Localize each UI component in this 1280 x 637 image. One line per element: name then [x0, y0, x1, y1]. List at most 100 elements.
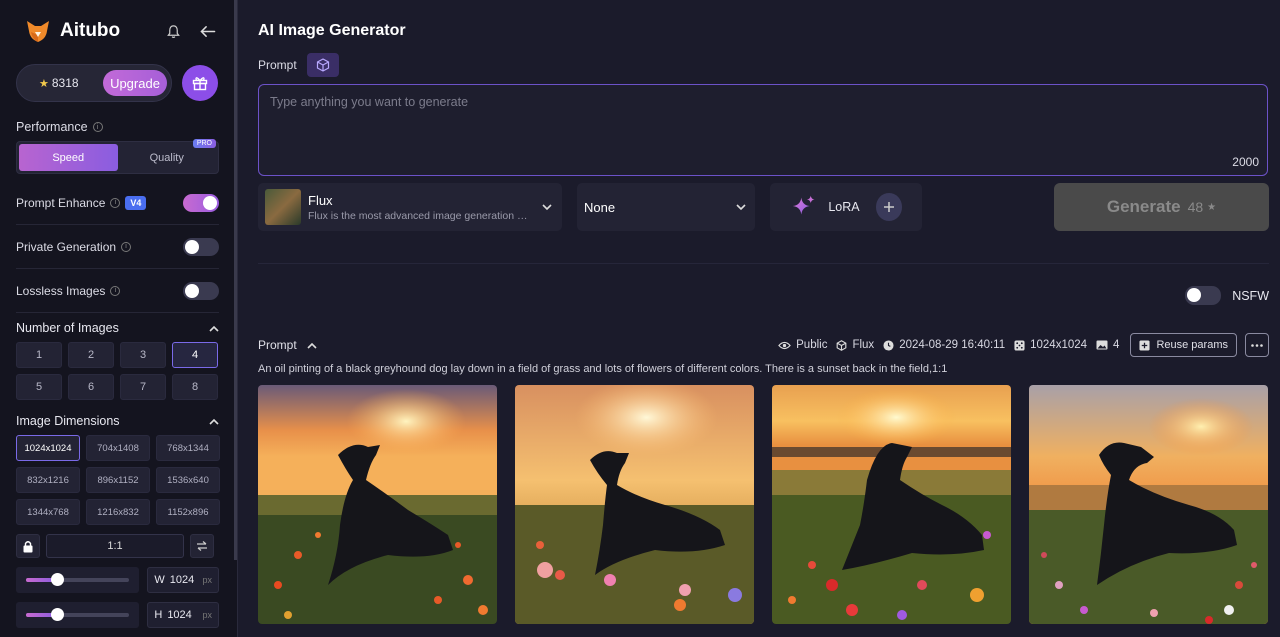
performance-option-quality[interactable]: Quality: [118, 144, 217, 171]
prompt-label: Prompt: [258, 58, 297, 72]
image-count-option[interactable]: 2: [68, 342, 114, 368]
width-slider-handle[interactable]: [51, 573, 64, 586]
info-icon[interactable]: i: [110, 285, 121, 296]
reuse-params-button[interactable]: Reuse params: [1130, 333, 1237, 357]
image-count-option-selected[interactable]: 4: [172, 342, 218, 368]
prompt-enhance-switch[interactable]: [183, 193, 219, 212]
dice-icon: [1014, 339, 1025, 351]
cube-icon: [837, 339, 847, 351]
dimension-option[interactable]: 896x1152: [86, 467, 150, 493]
generated-image-1[interactable]: [258, 385, 497, 624]
divider: [258, 263, 1269, 264]
reuse-params-label: Reuse params: [1156, 339, 1228, 351]
nsfw-switch[interactable]: [1185, 286, 1222, 305]
bell-icon[interactable]: [166, 24, 181, 39]
private-generation-switch[interactable]: [183, 237, 219, 256]
credits-pill: ★ 8318 Upgrade: [16, 64, 172, 102]
height-slider[interactable]: [16, 602, 140, 628]
nsfw-label: NSFW: [1232, 288, 1269, 303]
generated-image-4[interactable]: [1029, 385, 1268, 624]
more-options-button[interactable]: [1245, 333, 1269, 357]
width-unit: px: [202, 575, 212, 585]
generated-image-2[interactable]: [515, 385, 754, 624]
greyhound-sunset-image: [1029, 385, 1268, 624]
height-field[interactable]: H 1024 px: [147, 602, 219, 628]
image-count-option[interactable]: 6: [68, 374, 114, 400]
greyhound-sunset-image: [515, 385, 754, 624]
lora-label: LoRA: [828, 200, 860, 214]
image-dimensions-header[interactable]: Image Dimensions: [16, 414, 219, 428]
gift-button[interactable]: [182, 65, 218, 101]
info-icon[interactable]: i: [121, 241, 132, 252]
lora-selector[interactable]: LoRA: [770, 183, 922, 231]
eye-icon: [778, 341, 791, 349]
image-count-option[interactable]: 5: [16, 374, 62, 400]
info-icon[interactable]: i: [110, 197, 121, 208]
dimension-option[interactable]: 832x1216: [16, 467, 80, 493]
number-of-images-header[interactable]: Number of Images: [16, 321, 219, 335]
gift-icon: [192, 77, 208, 91]
result-dimensions: 1024x1024: [1030, 339, 1088, 351]
brand-header: Aitubo: [16, 0, 219, 62]
arrow-left-icon[interactable]: [199, 24, 217, 39]
prompt-library-button[interactable]: [306, 53, 339, 77]
image-count-option[interactable]: 1: [16, 342, 62, 368]
lossless-images-label: Lossless Images: [16, 283, 106, 298]
model-description: Flux is the most advanced image generati…: [308, 209, 535, 222]
style-value: None: [584, 199, 616, 215]
info-icon[interactable]: i: [92, 122, 103, 132]
width-slider[interactable]: [16, 567, 140, 593]
performance-toggle: Speed Quality PRO: [16, 139, 219, 174]
main-panel: AI Image Generator Prompt 2000 Flux Flux…: [238, 0, 1280, 637]
dimension-option[interactable]: 704x1408: [86, 435, 150, 461]
chevron-up-icon: [307, 342, 317, 349]
chevron-up-icon[interactable]: [209, 325, 219, 332]
prompt-input[interactable]: [270, 95, 1256, 145]
credit-balance: ★ 8318: [39, 76, 79, 90]
plus-icon: [883, 202, 894, 212]
number-of-images-label: Number of Images: [16, 321, 119, 335]
image-count-option[interactable]: 8: [172, 374, 218, 400]
number-of-images-grid: 1 2 3 4 5 6 7 8: [16, 342, 219, 400]
width-value: 1024: [169, 574, 195, 586]
style-select[interactable]: None: [577, 183, 755, 231]
sparkle-icon: [792, 195, 815, 215]
performance-option-speed[interactable]: Speed: [19, 144, 118, 171]
dimension-option[interactable]: 768x1344: [156, 435, 220, 461]
image-count-option[interactable]: 7: [120, 374, 166, 400]
result-prompt-toggle[interactable]: Prompt: [258, 338, 317, 352]
private-generation-row: Private Generation i: [16, 225, 219, 269]
result-meta: Public Flux 2024-08-29 16:40:11 1024x102…: [778, 339, 1119, 351]
version-badge: V4: [125, 195, 147, 210]
clock-icon: [883, 339, 894, 351]
dimension-option[interactable]: 1344x768: [16, 499, 80, 525]
sidebar-scrollbar[interactable]: [234, 0, 237, 560]
image-dimensions-grid: 1024x1024 704x1408 768x1344 832x1216 896…: [16, 435, 220, 525]
height-unit: px: [202, 610, 212, 620]
lock-ratio-button[interactable]: [16, 534, 40, 558]
upgrade-button[interactable]: Upgrade: [103, 70, 167, 96]
lossless-images-switch[interactable]: [183, 281, 219, 300]
height-slider-handle[interactable]: [51, 608, 64, 621]
generate-button[interactable]: Generate 48 ★: [1054, 183, 1269, 231]
image-count-option[interactable]: 3: [120, 342, 166, 368]
dimension-option[interactable]: 1216x832: [86, 499, 150, 525]
model-thumbnail: [265, 189, 301, 225]
width-field[interactable]: W 1024 px: [147, 567, 219, 593]
swap-dimensions-button[interactable]: [190, 534, 214, 558]
chevron-down-icon: [542, 203, 552, 210]
greyhound-sunset-image: [258, 385, 497, 624]
dimension-option-selected[interactable]: 1024x1024: [16, 435, 80, 461]
height-value: 1024: [167, 609, 192, 621]
chevron-up-icon[interactable]: [209, 418, 219, 425]
aspect-ratio-field[interactable]: 1:1: [46, 534, 184, 558]
generated-image-3[interactable]: [772, 385, 1011, 624]
dimension-option[interactable]: 1536x640: [156, 467, 220, 493]
greyhound-sunset-image: [772, 385, 1011, 624]
result-model: Flux: [852, 339, 875, 351]
image-dimensions-label: Image Dimensions: [16, 414, 120, 428]
model-select[interactable]: Flux Flux is the most advanced image gen…: [258, 183, 562, 231]
add-lora-button[interactable]: [875, 193, 902, 221]
dimension-option[interactable]: 1152x896: [156, 499, 220, 525]
lock-icon: [23, 540, 33, 552]
